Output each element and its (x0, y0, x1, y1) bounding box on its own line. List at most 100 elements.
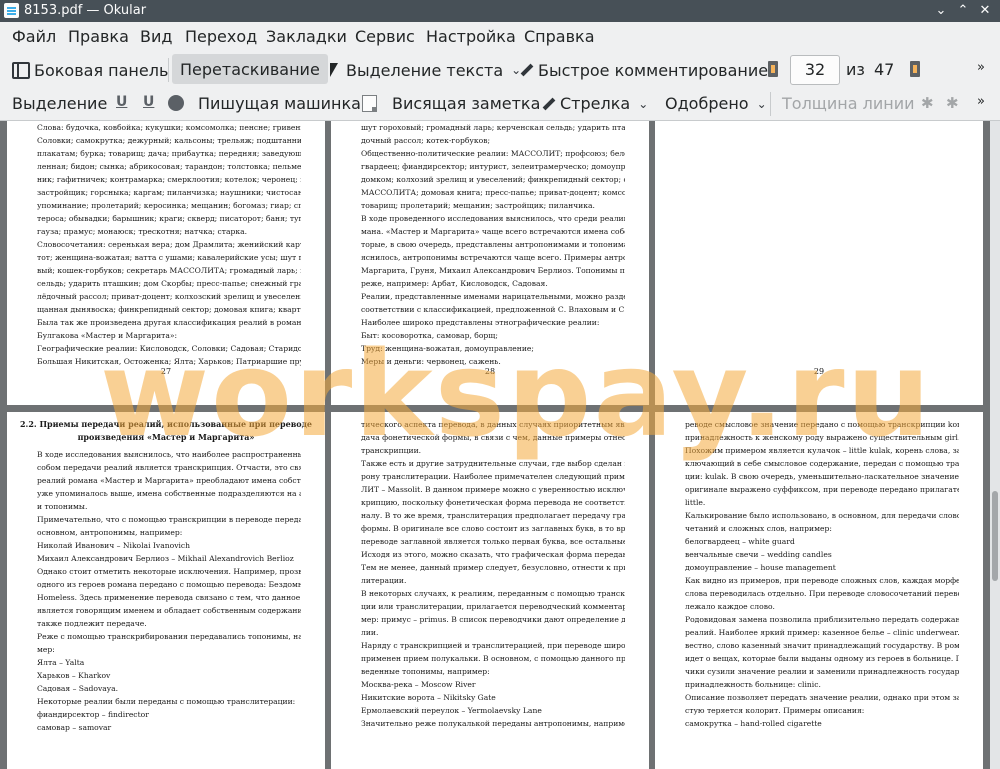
toolbar-overflow-icon[interactable]: » (977, 94, 985, 109)
page-number-input[interactable]: 32 (790, 55, 840, 85)
text-line: фиандирсектор – findirector (37, 710, 149, 719)
quick-comment-button[interactable]: Быстрое комментирование (518, 59, 768, 81)
text-line: Калькирование было использовано, в основ… (685, 511, 959, 520)
scrollbar-thumb[interactable] (992, 491, 998, 581)
window-title: 8153.pdf — Okular (24, 3, 147, 18)
line-width-button[interactable]: Толщина линии (782, 94, 915, 113)
text-line: рону транслитерации. Наиболее примечател… (361, 472, 625, 481)
popup-note-label: Висящая заметка (392, 94, 541, 113)
page-number: 29 (813, 367, 825, 376)
page-32[interactable]: реводе смысловое значение передано с пом… (655, 412, 983, 769)
maximize-icon[interactable]: ⌃ (956, 4, 970, 18)
chevron-down-icon[interactable]: ⌄ (638, 97, 648, 111)
next-page-button[interactable] (910, 61, 920, 77)
menu-help[interactable]: Справка (524, 27, 595, 46)
text-line: ции: kulak. В свою очередь, уменьшительн… (685, 472, 959, 481)
page-30[interactable]: 2.2. Приемы передачи реалий, использован… (7, 412, 325, 769)
text-line: Географические реалии: Кисловодск, Солов… (37, 344, 301, 353)
menu-bar: Файл Правка Вид Переход Закладки Сервис … (0, 22, 1000, 52)
stamp-label: Одобрено (665, 94, 749, 113)
text-line: вый; кошек-горбуков; секретарь МАССОЛИТА… (37, 266, 301, 275)
color-icon[interactable]: ✱ (921, 94, 934, 112)
quick-comment-label: Быстрое комментирование (538, 60, 769, 80)
text-line: формы. В оригинале все слово состоит из … (361, 524, 625, 533)
previous-page-button[interactable] (768, 61, 778, 77)
page-27-text: Слова: будочка, ковбойка; кукушки; комсо… (7, 121, 325, 368)
text-line: соответствии с классификацией, предложен… (361, 305, 625, 314)
document-viewport[interactable]: Слова: будочка, ковбойка; кукушки; комсо… (0, 121, 990, 769)
stamp-button[interactable]: Одобрено ⌄ (665, 94, 767, 113)
text-line: гвардеец; фиандирсектор; интурист, зелеи… (361, 162, 625, 171)
minimize-icon[interactable]: ⌄ (934, 4, 948, 18)
text-line: Однако стоит отметить некоторые исключен… (37, 567, 301, 576)
menu-bookmarks[interactable]: Закладки (266, 27, 347, 46)
page-number: 28 (484, 367, 496, 376)
text-line: яснилось, антропонимы встречаются чаще в… (361, 253, 625, 262)
menu-go[interactable]: Переход (185, 27, 257, 46)
text-line: применен прием полукальки. В основном, с… (361, 654, 625, 663)
menu-tools[interactable]: Сервис (355, 27, 415, 46)
text-line: реалий романа «Мастер и Маргарита» преоб… (37, 476, 301, 485)
text-line: Примечательно, что с помощью транскрипци… (37, 515, 301, 524)
strikeout-icon[interactable] (168, 95, 184, 111)
opacity-icon[interactable]: ✱ (946, 94, 959, 112)
typewriter-button[interactable]: Пишущая машинка (198, 94, 361, 113)
text-line: оригинале выражено суффиксом, при перево… (685, 485, 959, 494)
menu-edit[interactable]: Правка (68, 27, 129, 46)
text-line: тического аспекта перевода, в данных слу… (361, 420, 625, 429)
note-icon[interactable] (362, 95, 377, 112)
okular-app-icon (4, 3, 19, 18)
text-line: принадлежность больнице: clinic. (685, 680, 821, 689)
text-line: Значительно реже полукалькой переданы ан… (361, 719, 625, 728)
drag-mode-button[interactable]: Перетаскивание (172, 54, 328, 84)
page-total: 47 (874, 60, 895, 79)
annotation-select-label: Выделение (12, 94, 108, 113)
text-line: веденные топонимы, например: (361, 667, 490, 676)
text-line: лии. (361, 628, 379, 637)
toolbar-separator (770, 92, 771, 116)
page-number: 27 (160, 367, 172, 376)
text-line: Булгакова «Мастер и Маргарита»: (37, 331, 178, 340)
page-29[interactable]: 29 (655, 121, 983, 405)
chevron-down-icon[interactable]: ⌄ (757, 97, 767, 111)
main-toolbar: Боковая панель Перетаскивание Выделение … (0, 52, 1000, 88)
close-icon[interactable]: ✕ (978, 4, 992, 18)
vertical-scrollbar[interactable] (990, 121, 1000, 769)
text-line: четаний и сложных слов, например: (685, 524, 832, 533)
text-line: Некоторые реалии были переданы с помощью… (37, 697, 296, 706)
text-line: Михаил Александрович Берлиоз – Mikhail A… (37, 554, 294, 563)
page-27[interactable]: Слова: будочка, ковбойка; кукушки; комсо… (7, 121, 325, 405)
text-line: ЛИТ – Massolit. В данном примере можно с… (361, 485, 625, 494)
text-line: основном, антропонимы, например: (37, 528, 183, 537)
squiggle-underline-icon[interactable]: U (143, 94, 154, 110)
text-line: Homeless. Здесь применение перевода связ… (37, 593, 301, 602)
text-line: плакатам; бурка; товарищ; дача; прибаутк… (37, 149, 301, 158)
text-line: чики сузили значение реалии и заменили п… (685, 667, 959, 676)
sidebar-button[interactable]: Боковая панель (12, 59, 168, 81)
menu-settings[interactable]: Настройка (426, 27, 516, 46)
text-line: Быт: косоворотка, самовар, борщ; (361, 331, 498, 340)
arrow-button[interactable]: Стрелка ⌄ (540, 94, 648, 113)
text-line: лежало каждое слово. (685, 602, 775, 611)
text-line: ключающий в себе смысловое содержание, п… (685, 459, 959, 468)
page-28[interactable]: шут гороховый; громадный ларь; керченска… (331, 121, 649, 405)
text-line: МАССОЛИТА; домовая книга; пресс-папье; п… (361, 188, 625, 197)
text-line: собом передачи реалий является транскрип… (37, 463, 301, 472)
annotation-select-button[interactable]: Выделение (12, 94, 107, 113)
text-line: ленная; бидон; сынка; абрикосовая; таран… (37, 162, 301, 171)
typewriter-label: Пишущая машинка (198, 94, 361, 113)
page-30-text: В ходе исследования выяснилось, что наиб… (7, 448, 325, 734)
page-31[interactable]: тического аспекта перевода, в данных слу… (331, 412, 649, 769)
text-line: литерации. (361, 576, 407, 585)
text-select-button[interactable]: Выделение текста ⌄ (326, 59, 521, 81)
text-line: идет о вещах, которые были выданы одному… (685, 654, 959, 663)
text-line: реалий. Наиболее яркий пример: казенное … (685, 628, 959, 637)
menu-view[interactable]: Вид (140, 27, 172, 46)
text-line: Слова: будочка, ковбойка; кукушки; комсо… (37, 123, 301, 132)
text-line: Ялта – Yalta (37, 658, 85, 667)
menu-file[interactable]: Файл (12, 27, 56, 46)
popup-note-button[interactable]: Висящая заметка (392, 94, 540, 113)
toolbar-overflow-icon[interactable]: » (977, 60, 985, 75)
underline-icon[interactable]: U (116, 94, 127, 110)
text-line: уже упоминалось выше, имена собственные … (37, 489, 301, 498)
